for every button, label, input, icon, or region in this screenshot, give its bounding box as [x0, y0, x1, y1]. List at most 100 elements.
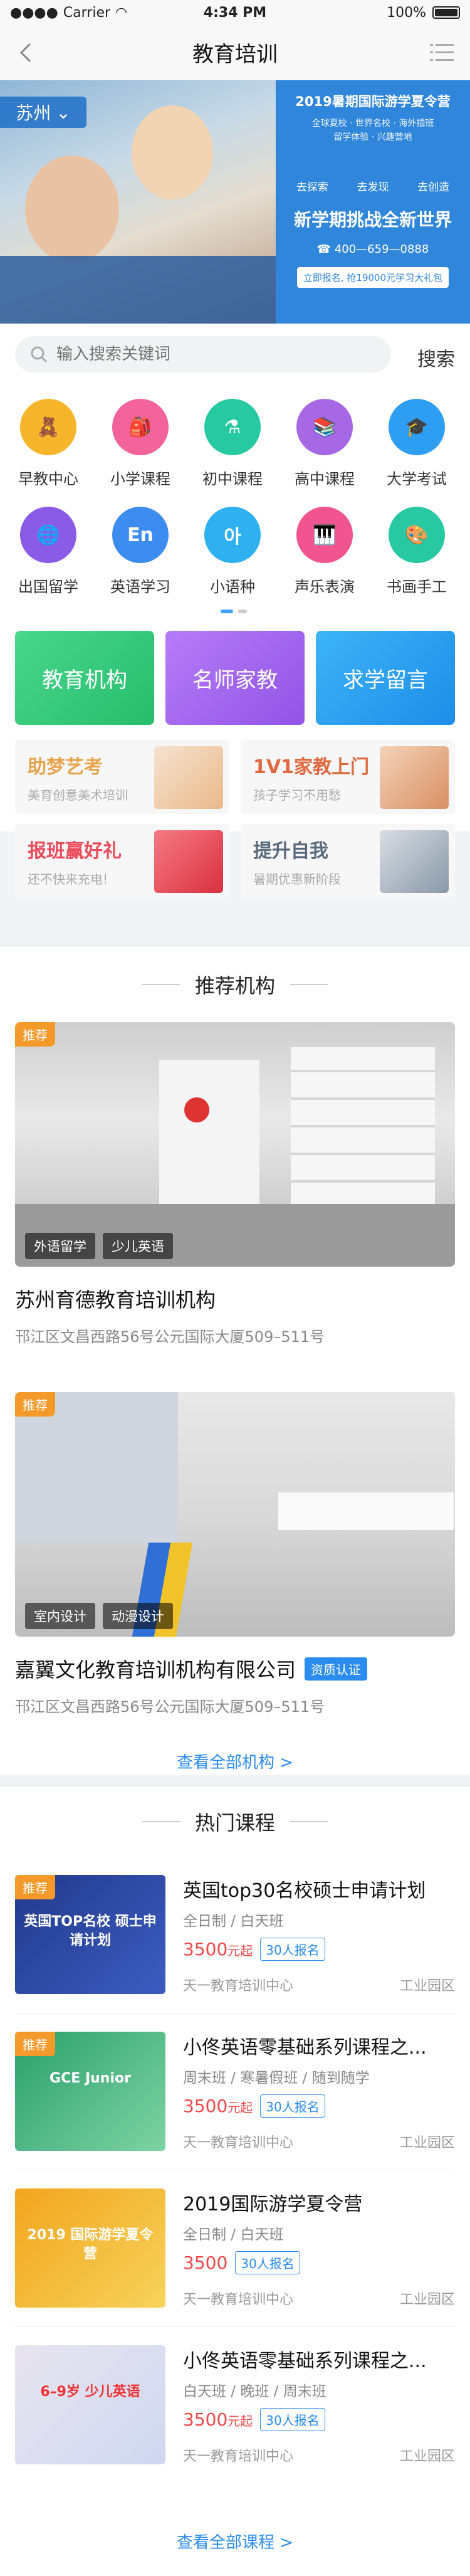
tag: 外语留学: [25, 1233, 95, 1259]
category-label: 高中课程: [295, 470, 355, 488]
promo-card-art[interactable]: 助梦艺考 美育创意美术培训: [15, 740, 229, 814]
section-title-text: 热门课程: [194, 1811, 275, 1835]
course-price: 3500元起: [183, 1939, 253, 1960]
banner-headline: 新学期挑战全新世界: [293, 209, 452, 230]
promo-banner[interactable]: 苏州 ⌄ 2019暑期国际游学夏令营 全球夏校 · 世界名校 · 海外插班 留学…: [0, 80, 470, 324]
banner-tag: 去发现: [357, 181, 389, 194]
course-card[interactable]: 推荐 英国TOP名校 硕士申请计划 英国top30名校硕士申请计划全日制 / 白天班…: [15, 1875, 455, 1994]
student-figure: [25, 156, 119, 262]
banner-tags: 去探索 去发现 去创造: [282, 178, 464, 194]
price-unit: 元起: [227, 2100, 253, 2115]
city-selector[interactable]: 苏州 ⌄: [0, 97, 86, 128]
category-item[interactable]: 🎒 小学课程: [93, 399, 187, 488]
course-title: 小佟英语零基础系列课程之...: [183, 2350, 427, 2372]
category-item[interactable]: En 英语学习: [93, 507, 187, 596]
section-title-institutions: 推荐机构: [0, 947, 470, 1022]
view-all-courses-link[interactable]: 查看全部课程 >: [0, 2530, 470, 2553]
tile-label: 教育机构: [42, 667, 127, 693]
tile-messages[interactable]: 求学留言: [316, 631, 455, 725]
category-label: 初中课程: [202, 470, 263, 488]
tile-institutions[interactable]: 教育机构: [15, 631, 154, 725]
desk-shape: [0, 256, 276, 324]
course-title: 2019国际游学夏令营: [183, 2193, 363, 2215]
price-unit: 元起: [227, 1943, 253, 1958]
category-label: 出国留学: [18, 578, 78, 596]
course-title: 英国top30名校硕士申请计划: [183, 1880, 426, 1902]
search-area: 搜索: [0, 324, 470, 384]
category-item[interactable]: 🎨 书画手工: [370, 507, 464, 596]
course-image: 6–9岁 少儿英语: [15, 2345, 165, 2464]
institution-card[interactable]: 推荐 室内设计 动漫设计 嘉翼文化教育培训机构有限公司 资质认证 邗江区文昌西路…: [15, 1392, 455, 1716]
list-menu-icon[interactable]: [430, 41, 454, 64]
view-all-institutions-link[interactable]: 查看全部机构 >: [0, 1750, 470, 1773]
tag: 室内设计: [25, 1603, 95, 1629]
category-item[interactable]: 🌐 出国留学: [1, 507, 95, 596]
course-area: 工业园区: [399, 2292, 455, 2308]
schoolbag-icon: 🎒: [112, 399, 169, 455]
course-school: 天一教育培训中心: [183, 2449, 294, 2464]
category-label: 大学考试: [387, 470, 447, 488]
graduation-cap-icon: 🎓: [389, 399, 445, 455]
institution-card[interactable]: 推荐 外语留学 少儿英语 苏州育德教育培训机构 邗江区文昌西路56号公元国际大厦…: [15, 1022, 455, 1346]
course-card[interactable]: 推荐 GCE Junior 小佟英语零基础系列课程之... 周末班 / 寒暑假班 / …: [15, 2032, 455, 2151]
pager-dot[interactable]: [238, 610, 247, 613]
gift-image: [154, 830, 223, 893]
course-body: 英国top30名校硕士申请计划 全日制 / 白天班 3500元起 30人报名 天一教育培…: [183, 1875, 455, 1995]
course-footer: 天一教育培训中心 工业园区: [183, 2288, 455, 2308]
institution-tags: 室内设计 动漫设计: [25, 1603, 173, 1629]
title-divider: [290, 1821, 328, 1822]
banner-tag: 去创造: [417, 181, 450, 194]
tile-tutors[interactable]: 名师家教: [165, 631, 305, 725]
promo-card-gift[interactable]: 报班赢好礼 还不快来充电!: [15, 824, 229, 898]
recommend-badge: 推荐: [15, 1875, 55, 1899]
promo-card-tutor[interactable]: 1V1家教上门 孩子学习不用愁: [241, 740, 455, 814]
price-row: 3500元起 30人报名: [183, 2408, 455, 2431]
price-value: 3500: [183, 2252, 228, 2273]
course-body: 小佟英语零基础系列课程之... 白天班 / 晚班 / 周末班 3500元起 30人报名…: [183, 2345, 455, 2465]
course-school: 天一教育培训中心: [183, 2292, 294, 2308]
search-box[interactable]: [15, 336, 391, 372]
price-row: 3500元起 30人报名: [183, 2094, 455, 2118]
category-item[interactable]: 🧸 早教中心: [1, 399, 95, 488]
course-footer: 天一教育培训中心 工业园区: [183, 1975, 455, 1995]
search-input[interactable]: [56, 345, 382, 364]
institution-name: 苏州育德教育培训机构: [15, 1288, 216, 1312]
logo-wall: [159, 1060, 259, 1204]
search-button[interactable]: 搜索: [417, 344, 455, 371]
title-divider: [142, 1821, 180, 1822]
promo-card-improve[interactable]: 提升自我 暑期优惠新阶段: [241, 824, 455, 898]
page: ●●●● Carrier ◠ 4:34 PM 100% 教育培训 苏州 ⌄ 20…: [0, 0, 470, 2576]
course-image: 推荐 英国TOP名校 硕士申请计划: [15, 1875, 165, 1994]
tile-label: 求学留言: [343, 667, 428, 693]
course-card[interactable]: 6–9岁 少儿英语 小佟英语零基础系列课程之... 白天班 / 晚班 / 周末班 35…: [15, 2345, 455, 2464]
course-card[interactable]: 2019 国际游学夏令营 2019国际游学夏令营 全日制 / 白天班 3500 30人报…: [15, 2188, 455, 2308]
course-title: 小佟英语零基础系列课程之...: [183, 2037, 427, 2059]
promo-image: [154, 746, 223, 809]
pager-dot[interactable]: [221, 610, 233, 613]
category-item[interactable]: 아 小语种: [185, 507, 279, 596]
course-schedule: 全日制 / 白天班: [183, 1913, 284, 1929]
category-item[interactable]: ⚗ 初中课程: [185, 399, 279, 488]
course-image-text: GCE Junior: [50, 2071, 131, 2086]
promo-image: [380, 746, 449, 809]
tag: 少儿英语: [103, 1233, 173, 1259]
recommend-badge: 推荐: [15, 1392, 55, 1417]
status-bar: ●●●● Carrier ◠ 4:34 PM 100%: [0, 0, 470, 25]
institution-address: 邗江区文昌西路56号公元国际大厦509–511号: [15, 1698, 325, 1716]
banner-cta-button[interactable]: 立即报名, 抢19000元学习大礼包: [296, 267, 449, 288]
tag: 动漫设计: [103, 1603, 173, 1629]
category-item[interactable]: 🎹 声乐表演: [278, 507, 372, 596]
category-item[interactable]: 🎓 大学考试: [370, 399, 464, 488]
title-divider: [142, 984, 180, 985]
category-item[interactable]: 📚 高中课程: [278, 399, 372, 488]
price-row: 3500 30人报名: [183, 2251, 455, 2274]
banner-subtitle-2: 留学体验 · 兴趣营地: [333, 132, 412, 142]
category-label: 声乐表演: [295, 578, 355, 596]
back-icon[interactable]: [15, 41, 38, 64]
category-label: 早教中心: [18, 470, 78, 488]
divider: [15, 2326, 455, 2327]
tile-label: 名师家教: [192, 667, 278, 693]
course-area: 工业园区: [399, 2449, 455, 2464]
clock: 4:34 PM: [203, 4, 267, 21]
course-footer: 天一教育培训中心 工业园区: [183, 2131, 455, 2151]
